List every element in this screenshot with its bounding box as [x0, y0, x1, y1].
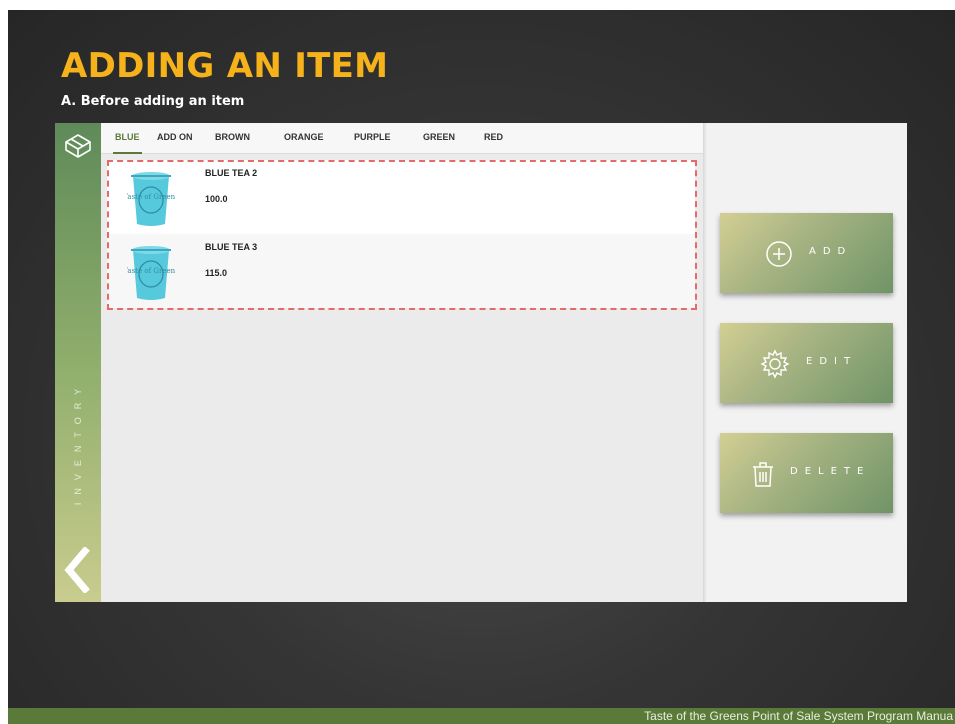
tab-red[interactable]: RED — [482, 123, 505, 154]
plus-circle-icon — [766, 241, 792, 267]
slide-title: ADDING AN ITEM — [61, 46, 389, 86]
footer-text: Taste of the Greens Point of Sale System… — [644, 709, 953, 723]
svg-text:Taste of Greens: Taste of Greens — [127, 267, 175, 275]
category-tabbar: BLUE ADD ON BROWN ORANGE PURPLE GREEN RE… — [101, 123, 703, 154]
svg-text:Taste of Greens: Taste of Greens — [127, 193, 175, 201]
add-button-label: ADD — [809, 246, 853, 257]
tab-green[interactable]: GREEN — [421, 123, 457, 154]
item-name: BLUE TEA 3 — [205, 242, 258, 252]
trash-icon — [753, 462, 773, 487]
item-price: 100.0 — [205, 194, 228, 204]
slide-subtitle: A. Before adding an item — [61, 94, 245, 109]
tea-cup-image: Taste of Greens — [127, 246, 175, 300]
add-button[interactable]: ADD — [720, 213, 893, 293]
back-button[interactable] — [61, 547, 95, 593]
gear-icon — [760, 349, 790, 379]
edit-button-label: EDIT — [806, 356, 858, 367]
tab-blue[interactable]: BLUE — [113, 123, 142, 154]
footer-bar: Taste of the Greens Point of Sale System… — [8, 708, 955, 724]
tea-cup-image: Taste of Greens — [127, 172, 175, 226]
slide: ADDING AN ITEM A. Before adding an item … — [8, 10, 955, 724]
delete-button[interactable]: DELETE — [720, 433, 893, 513]
delete-button-label: DELETE — [790, 466, 871, 477]
box-logo-icon — [65, 134, 91, 158]
pos-app-window: INVENTORY BLUE ADD ON BROWN ORANGE PURPL… — [55, 123, 907, 602]
item-list: Taste of Greens BLUE TEA 2 100.0 Taste o… — [101, 154, 703, 602]
tab-purple[interactable]: PURPLE — [352, 123, 393, 154]
item-name: BLUE TEA 2 — [205, 168, 258, 178]
sidebar-section-label: INVENTORY — [73, 380, 83, 506]
tab-brown[interactable]: BROWN — [213, 123, 252, 154]
list-item[interactable]: Taste of Greens BLUE TEA 3 115.0 — [107, 234, 695, 308]
sidebar: INVENTORY — [55, 123, 101, 602]
tab-add-on[interactable]: ADD ON — [155, 123, 195, 154]
list-item[interactable]: Taste of Greens BLUE TEA 2 100.0 — [107, 160, 695, 234]
action-panel: ADD EDIT DELETE — [707, 123, 907, 602]
item-price: 115.0 — [205, 268, 228, 278]
tab-orange[interactable]: ORANGE — [282, 123, 326, 154]
edit-button[interactable]: EDIT — [720, 323, 893, 403]
